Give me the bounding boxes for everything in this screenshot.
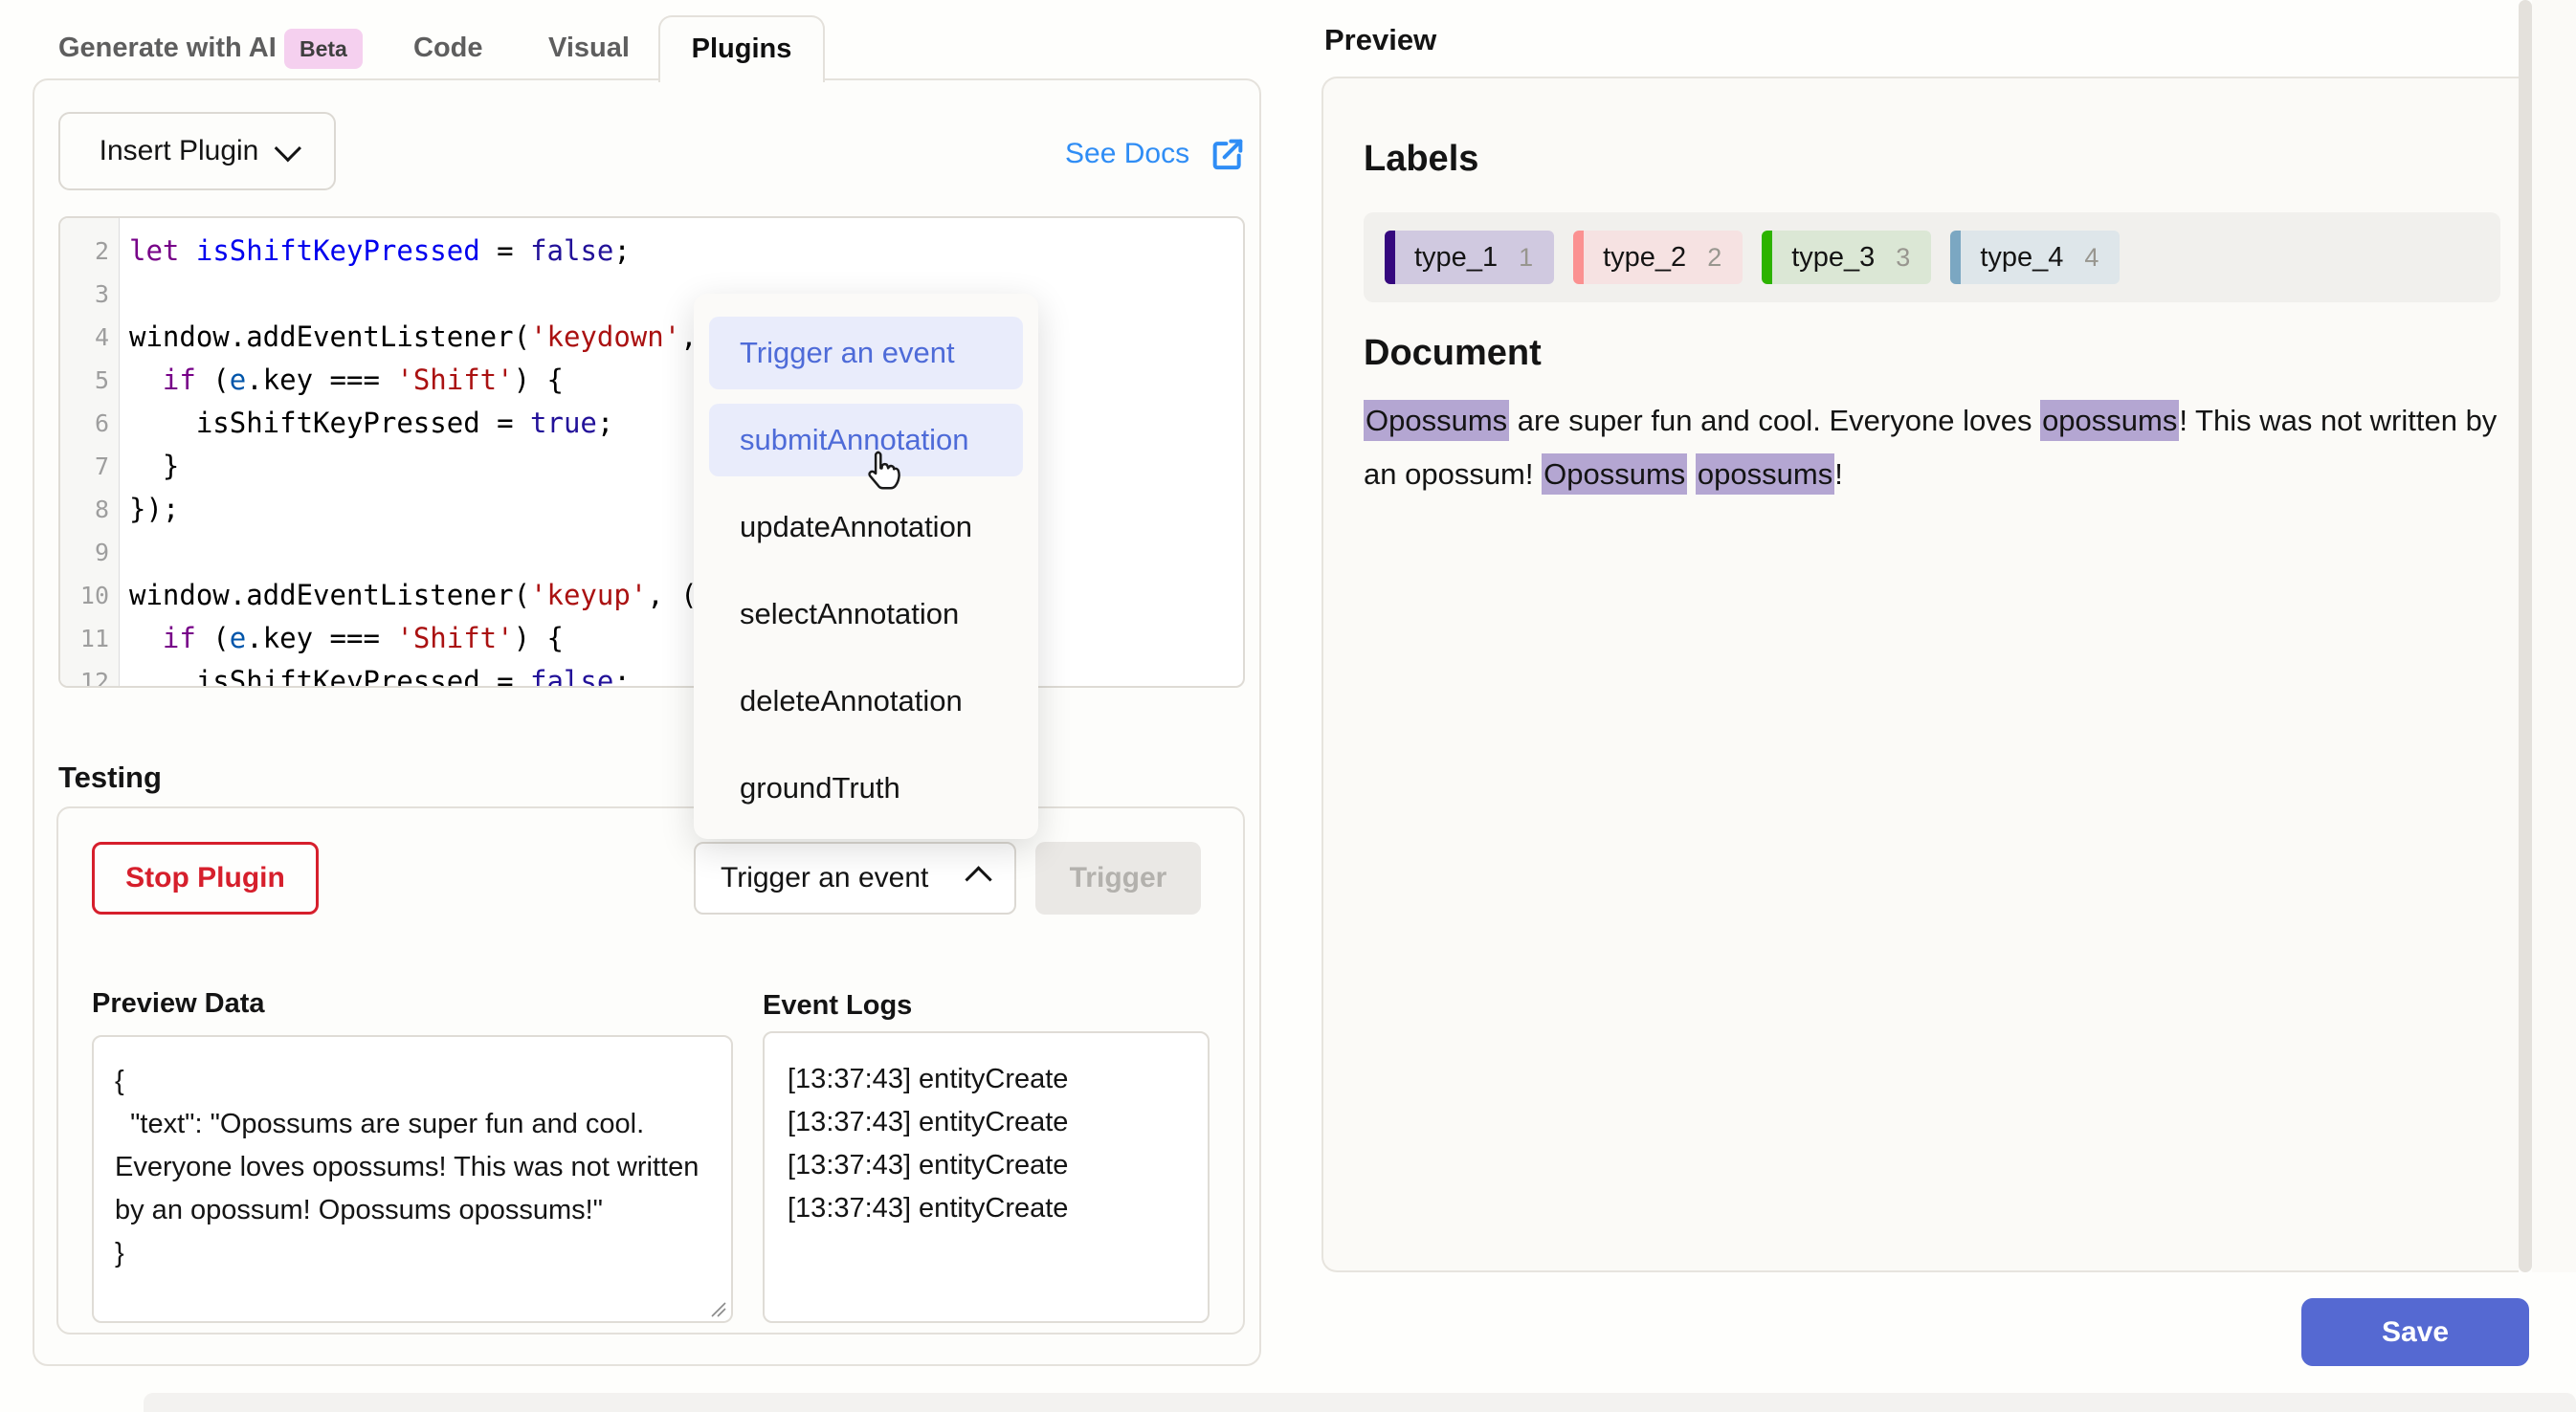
chip-label: type_4 <box>1980 242 2063 274</box>
line-number-gutter: 2 3 4 5 6 7 8 9 10 11 12 <box>60 218 120 686</box>
code-line: let isShiftKeyPressed = false; <box>129 230 1243 273</box>
event-logs-label: Event Logs <box>763 990 912 1022</box>
stop-plugin-button[interactable]: Stop Plugin <box>92 842 319 915</box>
menu-item-trigger-an-event[interactable]: Trigger an event <box>709 317 1023 389</box>
beta-badge: Beta <box>284 29 363 69</box>
tab-generate-with-ai[interactable]: Generate with AI <box>58 15 277 80</box>
line-number: 12 <box>60 660 119 688</box>
line-number: 7 <box>60 445 119 488</box>
line-number: 8 <box>60 488 119 531</box>
code-line: } <box>129 445 1243 488</box>
tab-visual[interactable]: Visual <box>548 15 630 80</box>
line-number: 4 <box>60 316 119 359</box>
save-button[interactable]: Save <box>2301 1298 2529 1366</box>
chip-label: type_2 <box>1603 242 1686 274</box>
testing-heading: Testing <box>58 761 162 795</box>
log-line: [13:37:43] entityCreate <box>788 1058 1185 1101</box>
menu-item-ground-truth[interactable]: groundTruth <box>709 752 1023 825</box>
doc-plain-text: ! <box>1834 457 1843 491</box>
trigger-button: Trigger <box>1035 842 1201 915</box>
document-text[interactable]: Opossums are super fun and cool. Everyon… <box>1364 394 2521 501</box>
external-link-icon <box>1209 135 1247 173</box>
code-line: }); <box>129 488 1243 531</box>
code-line <box>129 531 1243 574</box>
bottom-page-edge <box>144 1393 2576 1412</box>
event-logs-panel[interactable]: [13:37:43] entityCreate [13:37:43] entit… <box>763 1031 1210 1323</box>
event-select[interactable]: Trigger an event <box>694 842 1016 915</box>
event-dropdown-menu: Trigger an event submitAnnotation update… <box>694 294 1038 839</box>
resize-grip-icon[interactable] <box>708 1299 727 1318</box>
annotation-span[interactable]: opossums <box>1696 453 1834 495</box>
right-margin <box>2532 0 2576 1272</box>
chevron-down-icon <box>275 135 301 162</box>
chevron-up-icon <box>965 866 991 893</box>
see-docs-label: See Docs <box>1065 138 1189 170</box>
tab-code[interactable]: Code <box>413 15 483 80</box>
label-chip-type-1[interactable]: type_1 1 <box>1385 231 1554 284</box>
see-docs-link[interactable]: See Docs <box>1065 132 1247 176</box>
insert-plugin-button[interactable]: Insert Plugin <box>58 112 336 190</box>
code-line: if (e.key === 'Shift') { <box>129 359 1243 402</box>
line-number: 10 <box>60 574 119 617</box>
chip-hotkey: 1 <box>1519 243 1533 273</box>
document-heading: Document <box>1364 333 1542 374</box>
chip-label: type_3 <box>1791 242 1875 274</box>
chip-hotkey: 2 <box>1707 243 1721 273</box>
code-line: isShiftKeyPressed = false; <box>129 660 1243 688</box>
event-select-value: Trigger an event <box>721 862 928 894</box>
preview-data-label: Preview Data <box>92 988 265 1020</box>
line-number: 9 <box>60 531 119 574</box>
plugin-editor-page: Generate with AI Beta Code Visual Plugin… <box>0 0 2576 1412</box>
menu-item-update-annotation[interactable]: updateAnnotation <box>709 491 1023 563</box>
line-number: 5 <box>60 359 119 402</box>
chip-color-bar <box>1950 231 1961 284</box>
log-line: [13:37:43] entityCreate <box>788 1187 1185 1230</box>
chip-label: type_1 <box>1414 242 1498 274</box>
chip-color-bar <box>1573 231 1584 284</box>
annotation-span[interactable]: Opossums <box>1364 400 1509 441</box>
code-line: window.addEventListener('keyup', (e) => … <box>129 574 1243 617</box>
line-number: 6 <box>60 402 119 445</box>
chip-hotkey: 4 <box>2084 243 2099 273</box>
label-chip-type-3[interactable]: type_3 3 <box>1762 231 1931 284</box>
log-line: [13:37:43] entityCreate <box>788 1144 1185 1187</box>
line-number: 3 <box>60 273 119 316</box>
chip-hotkey: 3 <box>1896 243 1910 273</box>
code-editor[interactable]: 2 3 4 5 6 7 8 9 10 11 12 let isShiftKeyP… <box>58 216 1245 688</box>
code-line: isShiftKeyPressed = true; <box>129 402 1243 445</box>
doc-plain-text: are super fun and cool. Everyone loves <box>1509 404 2040 437</box>
code-line: window.addEventListener('keydown', (e) =… <box>129 316 1243 359</box>
doc-plain-text <box>1687 457 1696 491</box>
chip-color-bar <box>1762 231 1772 284</box>
hand-cursor-icon <box>861 448 905 496</box>
line-number: 2 <box>60 230 119 273</box>
preview-data-textarea[interactable]: { "text": "Opossums are super fun and co… <box>92 1035 733 1323</box>
annotation-span[interactable]: Opossums <box>1542 453 1687 495</box>
vertical-scrollbar[interactable] <box>2519 0 2532 1272</box>
log-line: [13:37:43] entityCreate <box>788 1101 1185 1144</box>
code-line: if (e.key === 'Shift') { <box>129 617 1243 660</box>
insert-plugin-label: Insert Plugin <box>100 135 259 167</box>
label-chip-type-2[interactable]: type_2 2 <box>1573 231 1743 284</box>
preview-heading: Preview <box>1324 23 1436 57</box>
code-content[interactable]: let isShiftKeyPressed = false; window.ad… <box>120 218 1243 686</box>
chip-color-bar <box>1385 231 1395 284</box>
label-chips-bar: type_1 1 type_2 2 type_3 3 type_4 4 <box>1364 212 2500 302</box>
menu-item-select-annotation[interactable]: selectAnnotation <box>709 578 1023 651</box>
labels-heading: Labels <box>1364 139 1478 180</box>
tab-plugins[interactable]: Plugins <box>658 15 825 82</box>
code-line <box>129 273 1243 316</box>
annotation-span[interactable]: opossums <box>2040 400 2179 441</box>
label-chip-type-4[interactable]: type_4 4 <box>1950 231 2120 284</box>
menu-item-delete-annotation[interactable]: deleteAnnotation <box>709 665 1023 738</box>
line-number: 11 <box>60 617 119 660</box>
